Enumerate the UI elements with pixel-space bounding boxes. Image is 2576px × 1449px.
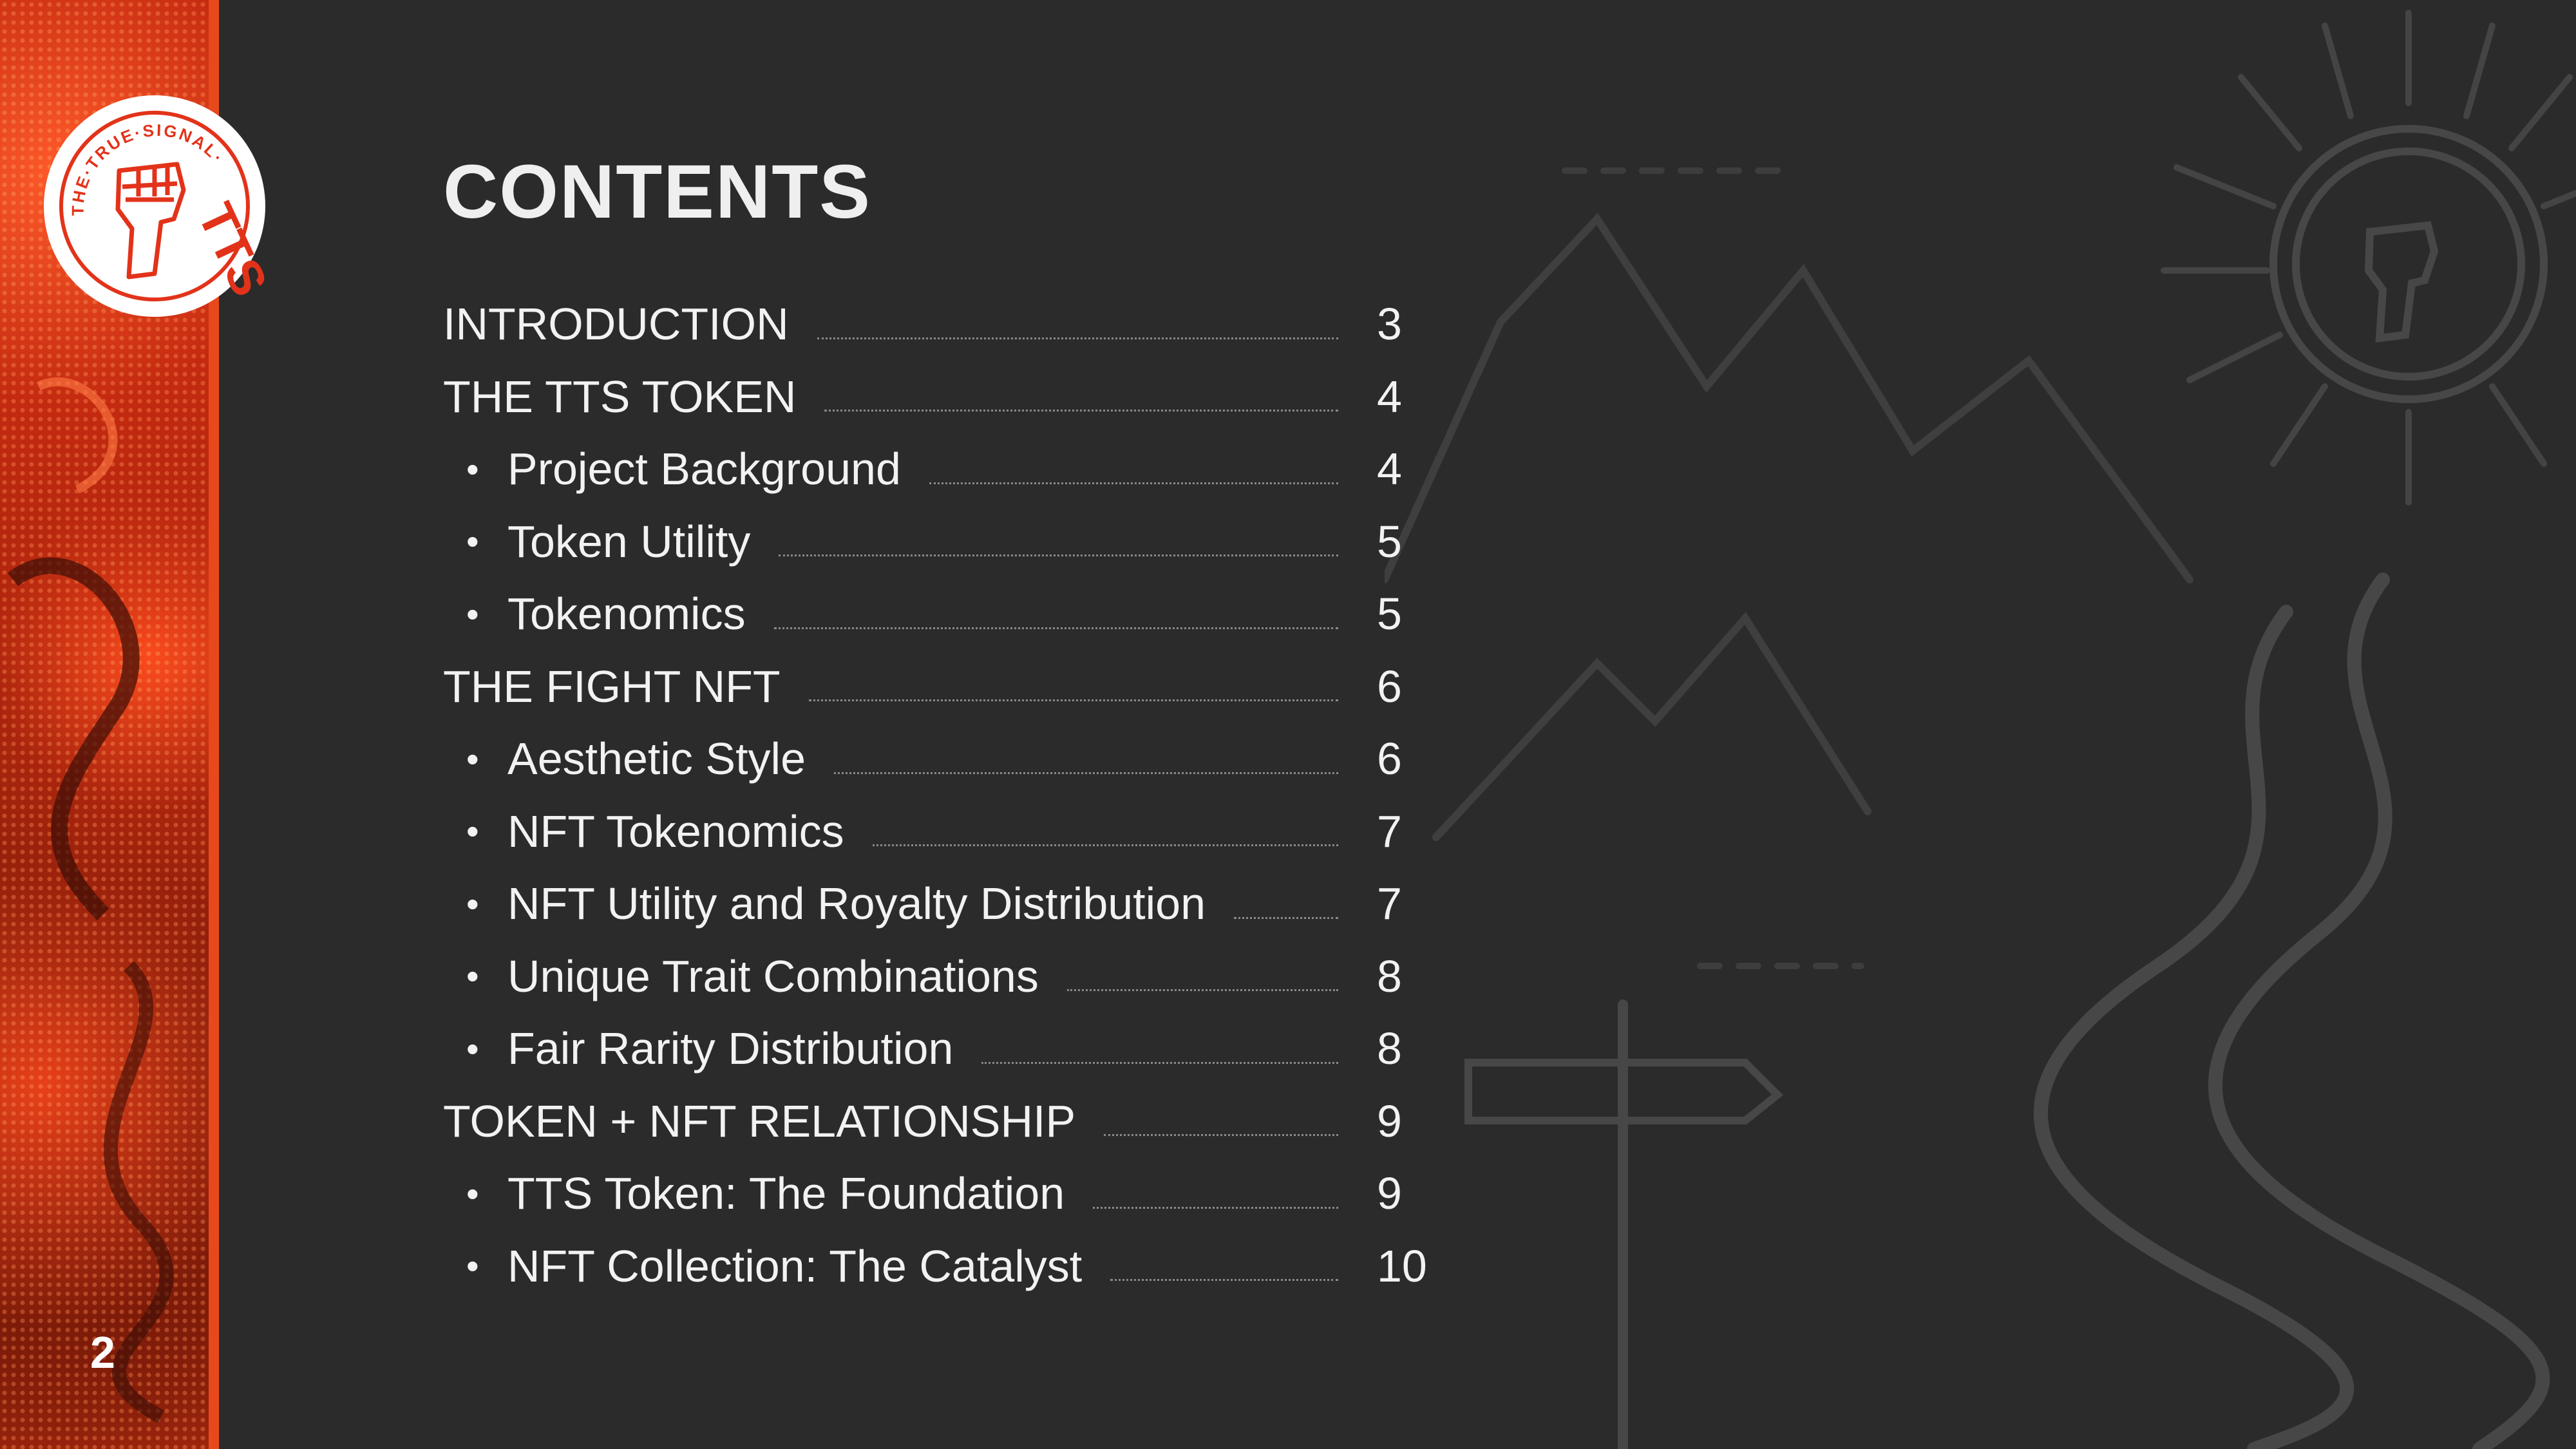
bullet-icon: • <box>466 738 479 779</box>
document-page: THE·TRUE·SIGNAL· TTS 2 CONTENTS INTRODUC… <box>0 0 2576 1449</box>
bullet-icon: • <box>466 811 479 852</box>
toc-entry[interactable]: • Tokenomics 5 <box>443 578 1422 650</box>
toc-entry[interactable]: • Unique Trait Combinations 8 <box>443 940 1422 1013</box>
toc-entry-label: THE FIGHT NFT <box>443 661 781 712</box>
dotted-leader <box>1066 989 1338 992</box>
sun-seal-emblem <box>2269 125 2548 403</box>
toc-entry-label: TTS Token: The Foundation <box>507 1168 1065 1219</box>
bullet-icon: • <box>466 1028 479 1069</box>
toc-entry-page-number: 6 <box>1377 661 1402 712</box>
bullet-icon: • <box>466 521 479 562</box>
toc-entry-page-number: 8 <box>1377 1023 1402 1074</box>
dotted-leader <box>808 699 1338 702</box>
toc-entry-label: NFT Tokenomics <box>507 806 844 857</box>
bullet-icon: • <box>466 883 479 924</box>
bullet-icon: • <box>466 1173 479 1214</box>
toc-entry-page-number: 4 <box>1377 444 1402 495</box>
toc-entry[interactable]: THE FIGHT NFT 6 <box>443 650 1422 723</box>
toc-entry-page-number: 4 <box>1377 371 1402 422</box>
table-of-contents: INTRODUCTION 3 THE TTS TOKEN 4 • Project Back… <box>443 288 1427 1303</box>
toc-entry-label: Tokenomics <box>507 589 746 639</box>
toc-entry[interactable]: • TTS Token: The Foundation 9 <box>443 1157 1422 1230</box>
toc-entry[interactable]: TOKEN + NFT RELATIONSHIP 9 <box>443 1085 1422 1158</box>
toc-entry[interactable]: • NFT Tokenomics 7 <box>443 795 1422 868</box>
toc-entry-label: Aesthetic Style <box>507 734 806 784</box>
dotted-leader <box>1110 1279 1338 1282</box>
dotted-leader <box>779 554 1338 557</box>
toc-entry-label: Unique Trait Combinations <box>507 951 1039 1001</box>
toc-entry-label: THE TTS TOKEN <box>443 371 797 422</box>
dotted-leader <box>773 627 1338 629</box>
dotted-leader <box>981 1061 1338 1064</box>
tts-logo-badge: THE·TRUE·SIGNAL· TTS <box>44 95 267 317</box>
toc-entry[interactable]: INTRODUCTION 3 <box>443 288 1422 361</box>
dotted-leader <box>1104 1134 1338 1137</box>
dotted-leader <box>1093 1206 1338 1209</box>
dotted-leader <box>817 337 1338 339</box>
bullet-icon: • <box>466 593 479 634</box>
page-number: 2 <box>90 1327 115 1378</box>
toc-entry-page-number: 5 <box>1377 516 1402 567</box>
toc-entry-page-number: 8 <box>1377 951 1402 1001</box>
toc-entry-page-number: 5 <box>1377 589 1402 639</box>
toc-entry-label: NFT Collection: The Catalyst <box>507 1240 1083 1291</box>
toc-entry-page-number: 3 <box>1377 299 1402 350</box>
dotted-leader <box>834 772 1338 774</box>
toc-entry-page-number: 9 <box>1377 1095 1402 1146</box>
bullet-icon: • <box>466 448 479 489</box>
dotted-leader <box>824 410 1338 412</box>
toc-entry-label: Token Utility <box>507 516 751 567</box>
toc-entry[interactable]: • Project Background 4 <box>443 433 1422 506</box>
dotted-leader <box>1234 916 1338 919</box>
toc-entry[interactable]: • NFT Utility and Royalty Distribution 7 <box>443 867 1422 940</box>
bullet-icon: • <box>466 1245 479 1287</box>
page-title: CONTENTS <box>443 149 871 234</box>
toc-entry[interactable]: • NFT Collection: The Catalyst 10 <box>443 1230 1427 1303</box>
toc-entry[interactable]: THE TTS TOKEN 4 <box>443 361 1422 433</box>
toc-entry[interactable]: • Fair Rarity Distribution 8 <box>443 1012 1422 1085</box>
toc-entry-page-number: 6 <box>1377 734 1402 784</box>
toc-entry-page-number: 10 <box>1377 1240 1427 1291</box>
mountain-road-illustration <box>1385 10 2576 1449</box>
bullet-icon: • <box>466 956 479 997</box>
toc-entry-label: NFT Utility and Royalty Distribution <box>507 878 1206 929</box>
toc-entry-page-number: 7 <box>1377 806 1402 857</box>
dotted-leader <box>872 844 1338 847</box>
toc-entry-label: Project Background <box>507 444 901 495</box>
toc-entry-label: TOKEN + NFT RELATIONSHIP <box>443 1095 1076 1146</box>
toc-entry-label: Fair Rarity Distribution <box>507 1023 954 1074</box>
toc-entry-page-number: 9 <box>1377 1168 1402 1219</box>
toc-entry[interactable]: • Aesthetic Style 6 <box>443 723 1422 795</box>
dotted-leader <box>929 482 1338 484</box>
toc-entry[interactable]: • Token Utility 5 <box>443 506 1422 578</box>
toc-entry-page-number: 7 <box>1377 878 1402 929</box>
toc-entry-label: INTRODUCTION <box>443 299 789 350</box>
